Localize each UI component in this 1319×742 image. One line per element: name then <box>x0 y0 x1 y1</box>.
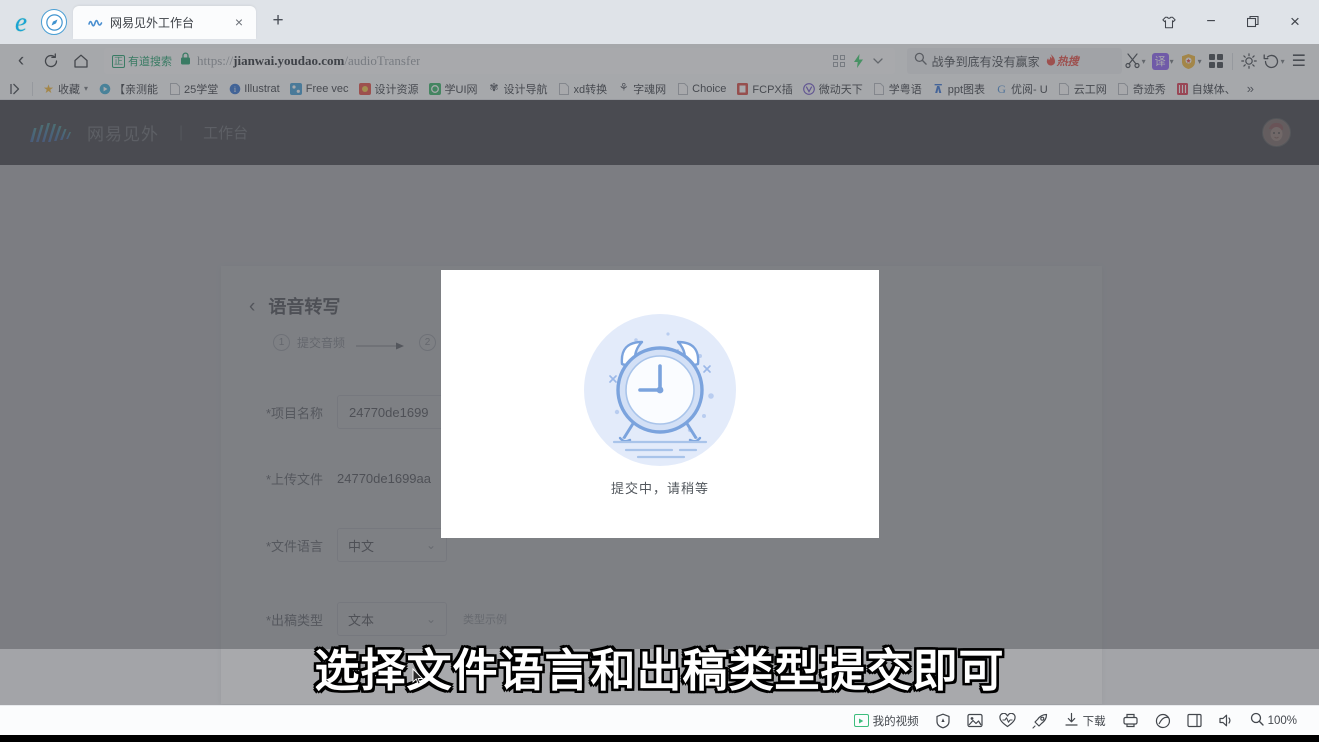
title-bar-left: e 网易见外工作台 × + <box>0 0 296 44</box>
status-label: 我的视频 <box>872 715 919 728</box>
modal-message: 提交中，请稍等 <box>610 480 709 496</box>
status-label: 下载 <box>1082 715 1106 728</box>
minimize-button[interactable]: − <box>1191 7 1231 37</box>
mouse-cursor-icon <box>412 667 424 686</box>
leaf-icon[interactable] <box>1147 709 1179 733</box>
title-bar: e 网易见外工作台 × + − × <box>0 0 1319 44</box>
status-bar: 我的视频 下载 100% <box>0 705 1319 735</box>
heartbeat-icon[interactable] <box>991 709 1024 733</box>
new-tab-button[interactable]: + <box>264 7 292 35</box>
alarm-clock-icon <box>580 312 740 472</box>
restore-button[interactable] <box>1233 7 1273 37</box>
zoom-level-label: 100% <box>1267 714 1297 727</box>
footer-bar <box>0 735 1319 742</box>
close-window-button[interactable]: × <box>1275 7 1315 37</box>
play-box-icon <box>853 714 869 727</box>
window-icon[interactable] <box>1179 709 1210 733</box>
video-subtitle: 选择文件语言和出稿类型提交即可 <box>314 644 1005 697</box>
shield-icon[interactable] <box>927 709 959 733</box>
browser-window: e 网易见外工作台 × + − × 提交中，请稍等 选择文件语言和出稿类型提交即… <box>0 0 1319 742</box>
zoom-icon <box>1250 712 1264 729</box>
ie-logo-icon: e <box>15 6 27 37</box>
browser-tab[interactable]: 网易见外工作台 × <box>73 5 256 39</box>
speaker-icon[interactable] <box>1210 709 1242 733</box>
zoom-level-button[interactable]: 100% <box>1242 709 1305 733</box>
download-icon <box>1064 712 1079 730</box>
close-icon[interactable]: × <box>230 13 248 31</box>
wave-icon <box>87 14 103 30</box>
submitting-modal: 提交中，请稍等 <box>441 270 879 538</box>
tshirt-icon[interactable] <box>1149 7 1189 37</box>
rocket-icon[interactable] <box>1024 709 1056 733</box>
tab-title: 网易见外工作台 <box>110 15 195 30</box>
image-icon[interactable] <box>959 709 991 733</box>
printer-icon[interactable] <box>1114 709 1147 733</box>
navigation-bar: ‹ › 正 有道搜索 https <box>0 44 1319 649</box>
my-video-button[interactable]: 我的视频 <box>846 709 927 733</box>
download-button[interactable]: 下载 <box>1056 709 1114 733</box>
window-controls: − × <box>1149 0 1319 44</box>
compass-icon[interactable] <box>41 9 67 35</box>
